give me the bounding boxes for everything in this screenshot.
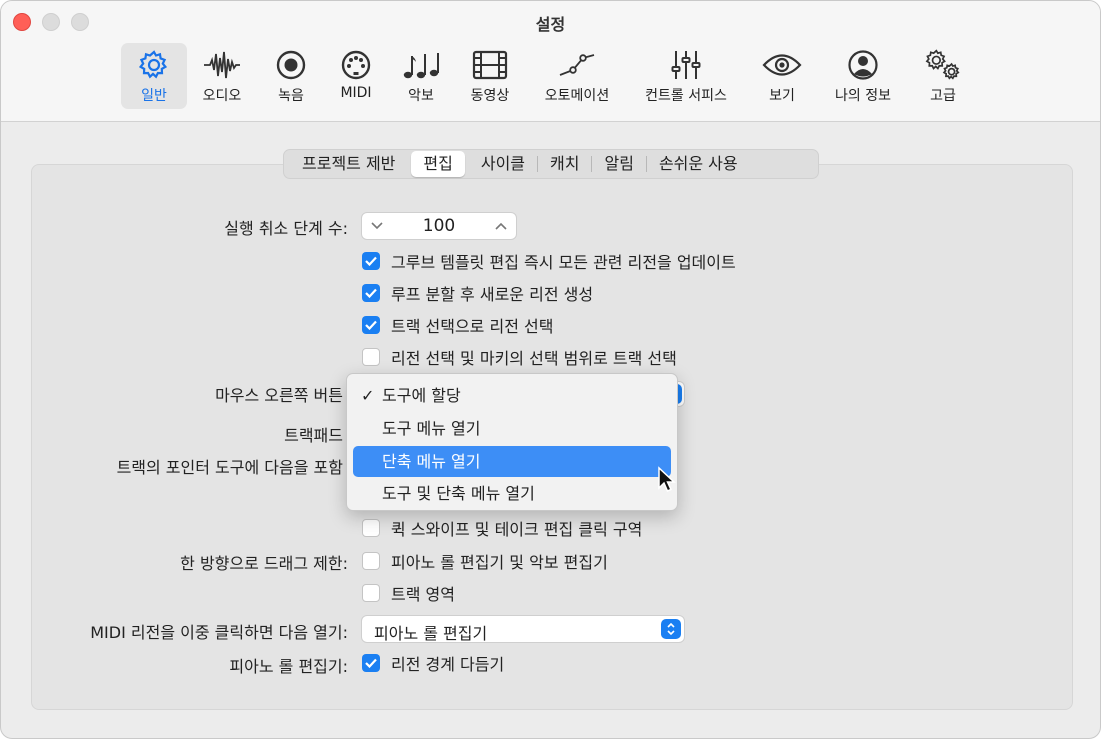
tab-cycle[interactable]: 사이클 — [469, 151, 537, 177]
menu-item-label: 도구 메뉴 열기 — [382, 419, 481, 438]
toolbar-item-label: 보기 — [769, 88, 795, 104]
tab-catch[interactable]: 캐치 — [538, 151, 591, 177]
groove-checkbox-label: 그루브 템플릿 편집 즉시 모든 관련 리전을 업데이트 — [391, 253, 736, 272]
toolbar-item-general[interactable]: 일반 — [121, 43, 187, 109]
midi-port-icon — [336, 47, 376, 83]
sliders-icon — [666, 47, 706, 83]
region-borders-checkbox[interactable] — [362, 654, 380, 672]
menu-item-open-tool-menu[interactable]: 도구 메뉴 열기 — [353, 413, 671, 444]
track-area-checkbox[interactable] — [362, 584, 380, 602]
drag-limit-label: 한 방향으로 드래그 제한: — [180, 554, 348, 573]
region-borders-checkbox-label: 리전 경계 다듬기 — [391, 655, 505, 674]
toolbar-item-movie[interactable]: 동영상 — [464, 43, 516, 109]
person-icon — [843, 47, 883, 83]
menu-item-label: 도구 및 단축 메뉴 열기 — [382, 484, 535, 503]
film-icon — [470, 47, 510, 83]
menu-item-assign-tool[interactable]: ✓ 도구에 할당 — [353, 380, 671, 411]
toolbar-item-label: 오토메이션 — [544, 88, 610, 104]
tab-notifications[interactable]: 알림 — [592, 151, 645, 177]
toolbar: 설정 일반 오디오 녹음 MIDI 악보 동영상 오토메이션 컨트롤 서피스 보… — [1, 1, 1100, 122]
automation-curve-icon — [557, 47, 597, 83]
undo-steps-label: 실행 취소 단계 수: — [224, 219, 348, 238]
music-notes-icon — [401, 47, 441, 83]
toolbar-item-label: 일반 — [141, 88, 167, 104]
toolbar-item-recording[interactable]: 녹음 — [266, 43, 316, 109]
midi-double-click-select[interactable]: 피아노 롤 편집기 — [361, 615, 685, 643]
trackpad-label: 트랙패드 — [284, 426, 343, 445]
loop-checkbox-label: 루프 분할 후 새로운 리전 생성 — [391, 285, 594, 304]
loop-checkbox-row[interactable]: 루프 분할 후 새로운 리전 생성 — [362, 282, 593, 304]
region-borders-checkbox-row[interactable]: 리전 경계 다듬기 — [362, 652, 504, 674]
groove-checkbox[interactable] — [362, 252, 380, 270]
toolbar-item-label: 나의 정보 — [835, 88, 891, 104]
loop-checkbox[interactable] — [362, 284, 380, 302]
track-select-checkbox-row[interactable]: 트랙 선택으로 리전 선택 — [362, 314, 553, 336]
gears-icon — [923, 47, 963, 83]
tab-accessibility[interactable]: 손쉬운 사용 — [647, 151, 750, 177]
right-mouse-popup-menu: ✓ 도구에 할당 도구 메뉴 열기 단축 메뉴 열기 도구 및 단축 메뉴 열기 — [346, 373, 678, 511]
track-area-checkbox-label: 트랙 영역 — [391, 585, 455, 604]
right-mouse-label: 마우스 오른쪽 버튼 — [215, 386, 343, 405]
tab-bar: 프로젝트 제반 편집 사이클 캐치 알림 손쉬운 사용 — [283, 149, 819, 179]
piano-score-checkbox-label: 피아노 롤 편집기 및 악보 편집기 — [391, 553, 608, 572]
toolbar-item-label: 녹음 — [278, 88, 304, 104]
toolbar-item-label: 동영상 — [470, 88, 510, 104]
track-select-checkbox[interactable] — [362, 316, 380, 334]
menu-item-label: 도구에 할당 — [382, 386, 461, 405]
piano-roll-label: 피아노 롤 편집기: — [229, 657, 348, 676]
record-icon — [271, 47, 311, 83]
piano-score-checkbox-row[interactable]: 피아노 롤 편집기 및 악보 편집기 — [362, 550, 608, 572]
checkmark-icon: ✓ — [361, 386, 375, 405]
gear-icon — [134, 47, 174, 83]
menu-item-label: 단축 메뉴 열기 — [382, 452, 481, 471]
marquee-checkbox[interactable] — [362, 348, 380, 366]
toolbar-item-label: 컨트롤 서피스 — [645, 88, 727, 104]
undo-steps-value: 100 — [422, 216, 456, 236]
toolbar-item-label: 고급 — [930, 88, 956, 104]
toolbar-item-automation[interactable]: 오토메이션 — [539, 43, 615, 109]
toolbar-item-label: 악보 — [408, 88, 434, 104]
toolbar-item-label: MIDI — [340, 85, 372, 101]
piano-score-checkbox[interactable] — [362, 552, 380, 570]
mouse-pointer-icon — [657, 466, 677, 498]
eye-icon — [762, 47, 802, 83]
quick-swipe-checkbox-row[interactable]: 퀵 스와이프 및 테이크 편집 클릭 구역 — [362, 517, 642, 539]
toolbar-item-score[interactable]: 악보 — [397, 43, 445, 109]
chevron-down-icon[interactable] — [370, 221, 384, 231]
tab-project[interactable]: 프로젝트 제반 — [284, 151, 409, 177]
toolbar-item-midi[interactable]: MIDI — [331, 43, 381, 109]
toolbar-item-view[interactable]: 보기 — [759, 43, 805, 109]
groove-checkbox-row[interactable]: 그루브 템플릿 편집 즉시 모든 관련 리전을 업데이트 — [362, 250, 736, 272]
marquee-checkbox-row[interactable]: 리전 선택 및 마키의 선택 범위로 트랙 선택 — [362, 346, 677, 368]
track-area-checkbox-row[interactable]: 트랙 영역 — [362, 582, 455, 604]
toolbar-item-my-info[interactable]: 나의 정보 — [828, 43, 898, 109]
chevron-up-icon[interactable] — [494, 221, 508, 231]
track-select-checkbox-label: 트랙 선택으로 리전 선택 — [391, 317, 554, 336]
menu-item-open-shortcut-menu[interactable]: 단축 메뉴 열기 — [353, 446, 671, 477]
window-title: 설정 — [535, 15, 566, 34]
chevron-updown-icon — [661, 619, 681, 639]
toolbar-item-control-surfaces[interactable]: 컨트롤 서피스 — [639, 43, 733, 109]
midi-double-click-value: 피아노 롤 편집기 — [374, 624, 488, 643]
toolbar-item-audio[interactable]: 오디오 — [194, 43, 250, 109]
toolbar-item-advanced[interactable]: 고급 — [919, 43, 967, 109]
marquee-checkbox-label: 리전 선택 및 마키의 선택 범위로 트랙 선택 — [391, 349, 677, 368]
tab-editing[interactable]: 편집 — [411, 151, 465, 177]
toolbar-item-label: 오디오 — [202, 88, 242, 104]
quick-swipe-checkbox-label: 퀵 스와이프 및 테이크 편집 클릭 구역 — [391, 520, 643, 539]
undo-steps-stepper[interactable]: 100 — [361, 212, 517, 240]
waveform-icon — [202, 47, 242, 83]
quick-swipe-checkbox[interactable] — [362, 519, 380, 537]
menu-item-open-tool-and-shortcut-menu[interactable]: 도구 및 단축 메뉴 열기 — [353, 478, 671, 509]
settings-window: 설정 일반 오디오 녹음 MIDI 악보 동영상 오토메이션 컨트롤 서피스 보… — [0, 0, 1101, 739]
pointer-tool-label: 트랙의 포인터 도구에 다음을 포함 — [116, 458, 343, 477]
midi-double-click-label: MIDI 리전을 이중 클릭하면 다음 열기: — [90, 623, 348, 642]
